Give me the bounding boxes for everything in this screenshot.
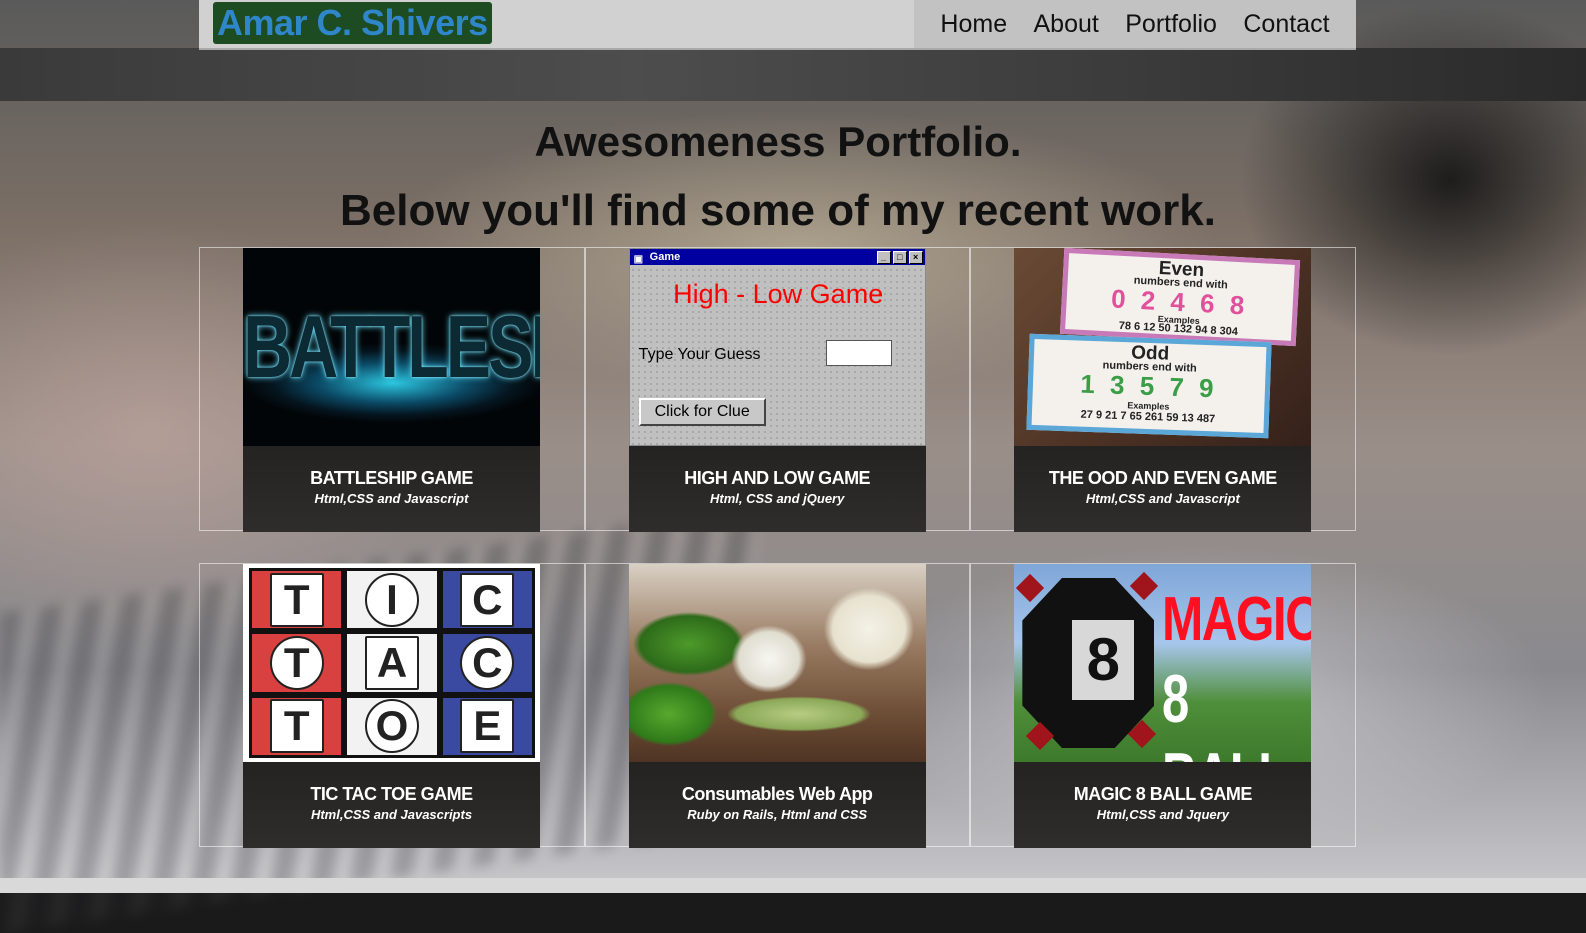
maximize-icon: □ xyxy=(892,251,907,264)
project-caption: Consumables Web App Ruby on Rails, Html … xyxy=(628,762,926,848)
project-caption: TIC TAC TOE GAME Html,CSS and Javascript… xyxy=(243,762,540,848)
project-title: THE OOD AND EVEN GAME xyxy=(1048,468,1277,488)
window-title: Game xyxy=(649,251,681,263)
portfolio-cell: ▣ Game _ □ × High - Low Game Type Your G… xyxy=(584,247,971,532)
project-caption: BATTLESHIP GAME Html,CSS and Javascript xyxy=(243,446,540,532)
minimize-icon: _ xyxy=(876,251,891,264)
ttt-cell: C xyxy=(442,571,532,629)
odd-card: Odd numbers end with 1 3 5 7 9 Examples … xyxy=(1026,333,1272,439)
project-tech: Html,CSS and Javascripts xyxy=(310,807,473,822)
project-card-odd-even[interactable]: Even numbers end with 0 2 4 6 8 Examples… xyxy=(1014,248,1312,532)
guess-label: Type Your Guess xyxy=(638,346,761,363)
ttt-letter: T xyxy=(269,572,324,627)
nav-portfolio[interactable]: Portfolio xyxy=(1125,10,1217,39)
main-nav: Home About Portfolio Contact xyxy=(914,0,1356,48)
project-tech: Html,CSS and Javascript xyxy=(1085,491,1240,506)
redstone-decoration xyxy=(1016,573,1045,603)
nav-contact[interactable]: Contact xyxy=(1243,10,1329,39)
ttt-letter: A xyxy=(364,635,419,690)
ttt-letter: C xyxy=(460,572,515,627)
even-card: Even numbers end with 0 2 4 6 8 Examples… xyxy=(1060,248,1301,347)
eight-ball-number: 8 xyxy=(1072,620,1135,700)
project-card-tic-tac-toe[interactable]: T I C T A C T O E TIC TAC TOE GAME Html,… xyxy=(243,564,540,848)
window-app-icon: ▣ xyxy=(633,254,644,265)
project-caption: THE OOD AND EVEN GAME Html,CSS and Javas… xyxy=(1014,446,1312,532)
battleship-logo-text: BATTLESHIP xyxy=(243,297,540,397)
tic-tac-toe-thumbnail: T I C T A C T O E xyxy=(243,564,540,762)
ttt-cell: I xyxy=(347,571,437,629)
ttt-cell: E xyxy=(442,697,532,755)
project-card-battleship[interactable]: BATTLESHIP BATTLESHIP GAME Html,CSS and … xyxy=(243,248,540,532)
project-title: Consumables Web App xyxy=(681,784,873,804)
high-low-thumbnail: ▣ Game _ □ × High - Low Game Type Your G… xyxy=(628,248,926,446)
ttt-cell: A xyxy=(347,634,437,692)
close-icon: × xyxy=(908,251,923,264)
project-caption: MAGIC 8 BALL GAME Html,CSS and Jquery xyxy=(1014,762,1312,848)
ttt-cell: O xyxy=(347,697,437,755)
header-shadow-band xyxy=(0,48,1586,101)
eight-ball-text: 8 BALL xyxy=(1162,661,1288,762)
window-controls: _ □ × xyxy=(876,251,923,264)
ttt-letter: I xyxy=(364,572,419,627)
odd-even-thumbnail: Even numbers end with 0 2 4 6 8 Examples… xyxy=(1014,248,1312,446)
game-heading: High - Low Game xyxy=(673,279,884,309)
portfolio-row: T I C T A C T O E TIC TAC TOE GAME Html,… xyxy=(199,563,1357,848)
project-tech: Html,CSS and Jquery xyxy=(1096,807,1229,822)
ttt-cell: T xyxy=(252,697,342,755)
page-title: Awesomeness Portfolio. xyxy=(534,118,1022,165)
portfolio-cell: T I C T A C T O E TIC TAC TOE GAME Html,… xyxy=(199,563,585,848)
project-tech: Ruby on Rails, Html and CSS xyxy=(687,807,868,822)
project-tech: Html, CSS and jQuery xyxy=(709,491,845,506)
project-card-high-low[interactable]: ▣ Game _ □ × High - Low Game Type Your G… xyxy=(628,248,926,532)
magic-text: MAGIC xyxy=(1162,585,1312,654)
ttt-letter: T xyxy=(269,635,324,690)
project-title: HIGH AND LOW GAME xyxy=(684,468,871,488)
project-tech: Html,CSS and Javascript xyxy=(314,491,469,506)
ttt-letter: E xyxy=(460,699,515,754)
site-header: Amar C. Shivers Home About Portfolio Con… xyxy=(199,0,1356,50)
clue-button: Click for Clue xyxy=(638,398,766,426)
portfolio-cell: Even numbers end with 0 2 4 6 8 Examples… xyxy=(970,247,1357,532)
project-card-magic-8-ball[interactable]: 8 MAGIC 8 BALL MAGIC 8 BALL GAME Html,CS… xyxy=(1014,564,1312,848)
ttt-cell: T xyxy=(252,571,342,629)
brand-logo[interactable]: Amar C. Shivers xyxy=(213,2,492,44)
project-title: MAGIC 8 BALL GAME xyxy=(1073,784,1253,804)
ttt-cell: C xyxy=(442,634,532,692)
bottom-bar xyxy=(0,878,1586,893)
tic-tac-toe-grid: T I C T A C T O E xyxy=(249,568,535,758)
project-card-consumables[interactable]: Consumables Web App Ruby on Rails, Html … xyxy=(628,564,926,848)
portfolio-cell: BATTLESHIP BATTLESHIP GAME Html,CSS and … xyxy=(199,247,585,532)
redstone-decoration xyxy=(1130,571,1159,601)
window-titlebar: ▣ Game _ □ × xyxy=(629,249,925,265)
nav-about[interactable]: About xyxy=(1034,10,1099,39)
vegetables-thumbnail xyxy=(628,564,926,762)
nav-home[interactable]: Home xyxy=(940,10,1007,39)
portfolio-cell: 8 MAGIC 8 BALL MAGIC 8 BALL GAME Html,CS… xyxy=(970,563,1357,848)
magic-8-ball-thumbnail: 8 MAGIC 8 BALL xyxy=(1014,564,1312,762)
ttt-cell: T xyxy=(252,634,342,692)
guess-input xyxy=(825,340,892,366)
portfolio-row: BATTLESHIP BATTLESHIP GAME Html,CSS and … xyxy=(199,247,1357,532)
ttt-letter: O xyxy=(364,699,419,754)
battleship-thumbnail: BATTLESHIP xyxy=(243,248,540,446)
ttt-letter: T xyxy=(269,699,324,754)
ttt-letter: C xyxy=(460,635,515,690)
page-subtitle: Below you'll find some of my recent work… xyxy=(340,186,1216,235)
project-caption: HIGH AND LOW GAME Html, CSS and jQuery xyxy=(628,446,926,532)
portfolio-cell: Consumables Web App Ruby on Rails, Html … xyxy=(584,563,971,848)
project-title: BATTLESHIP GAME xyxy=(310,468,473,488)
project-title: TIC TAC TOE GAME xyxy=(310,784,473,804)
